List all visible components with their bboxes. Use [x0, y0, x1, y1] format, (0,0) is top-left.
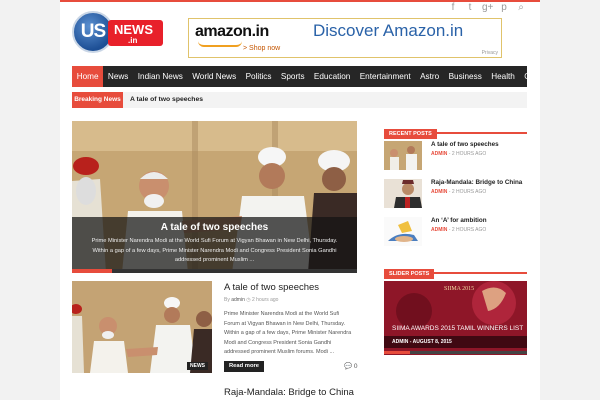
facebook-icon[interactable]: f — [448, 3, 458, 13]
article-category-badge[interactable]: NEWS — [187, 362, 208, 370]
recent-post-author[interactable]: ADMIN — [431, 227, 447, 233]
recent-post-thumbnail[interactable] — [384, 179, 422, 208]
comment-count: 0 — [353, 363, 358, 370]
social-links: f t g+ p ⌕ — [448, 3, 526, 13]
nav-health[interactable]: Health — [487, 66, 520, 87]
recent-post-time: 2 HOURS AGO — [451, 189, 487, 195]
recent-post-meta: ADMIN - 2 HOURS AGO — [431, 227, 487, 233]
featured-title[interactable]: A tale of two speeches — [72, 222, 357, 233]
recent-post-meta: ADMIN - 2 HOURS AGO — [431, 189, 487, 195]
article-title[interactable]: A tale of two speeches — [224, 282, 319, 293]
recent-post-photo — [384, 141, 422, 170]
clock-icon: ◷ — [246, 297, 251, 303]
breaking-news-label: Breaking News — [72, 92, 123, 108]
recent-post-item[interactable]: An ‘A’ for ambition ADMIN - 2 HOURS AGO — [384, 217, 527, 247]
recent-post-item[interactable]: Raja-Mandala: Bridge to China ADMIN - 2 … — [384, 179, 527, 209]
search-icon[interactable]: ⌕ — [516, 3, 526, 13]
pinterest-icon[interactable]: p — [499, 3, 509, 13]
nav-world-news[interactable]: World News — [188, 66, 241, 87]
google-plus-icon[interactable]: g+ — [482, 3, 493, 13]
nav-entertainment[interactable]: Entertainment — [355, 66, 415, 87]
recent-post-thumbnail[interactable] — [384, 217, 422, 246]
slider-progress-fill — [384, 351, 410, 354]
article-excerpt: Prime Minister Narendra Modi at the Worl… — [224, 311, 352, 355]
twitter-icon[interactable]: t — [465, 3, 475, 13]
ad-privacy-link[interactable]: Privacy — [482, 50, 498, 56]
read-more-button[interactable]: Read more — [224, 361, 264, 372]
comment-icon: 💬 — [344, 363, 353, 370]
nav-politics[interactable]: Politics — [241, 66, 276, 87]
slider-progress-bar — [384, 351, 527, 354]
article-time: 2 hours ago — [252, 297, 279, 303]
recent-post-thumbnail[interactable] — [384, 141, 422, 170]
recent-post-time: 2 HOURS AGO — [451, 151, 487, 157]
recent-post-meta: ADMIN - 2 HOURS AGO — [431, 151, 487, 157]
ad-headline: Discover Amazon.in — [313, 21, 464, 40]
next-article-title[interactable]: Raja-Mandala: Bridge to China — [224, 387, 354, 398]
recent-post-author[interactable]: ADMIN — [431, 189, 447, 195]
nav-astro[interactable]: Astro — [415, 66, 444, 87]
slider-event-logo: SIIMA 2015 — [444, 286, 475, 292]
site-logo[interactable]: US NEWS .in — [72, 11, 165, 53]
article-author-prefix: By — [224, 297, 230, 303]
main-nav: Home News Indian News World News Politic… — [72, 66, 540, 87]
recent-post-author[interactable]: ADMIN — [431, 151, 447, 157]
slider-post-title[interactable]: SIIMA AWARDS 2015 TAMIL WINNERS LIST — [392, 325, 523, 332]
recent-posts-label: RECENT POSTS — [384, 129, 437, 139]
nav-home[interactable]: Home — [72, 66, 104, 87]
amazon-smile-icon — [198, 41, 242, 47]
slider-posts-label: SLIDER POSTS — [384, 269, 435, 279]
article-author[interactable]: admin — [231, 297, 245, 303]
nav-indian-news[interactable]: Indian News — [133, 66, 187, 87]
recent-posts-heading: RECENT POSTS — [384, 122, 527, 139]
featured-progress-bar — [72, 269, 357, 273]
nav-guest-post[interactable]: Guest Post — [520, 66, 540, 87]
recent-post-photo — [384, 217, 422, 246]
recent-post-title[interactable]: A tale of two speeches — [431, 141, 499, 148]
nav-business[interactable]: Business — [444, 66, 487, 87]
article-photo — [72, 281, 212, 373]
top-accent-line — [60, 0, 540, 2]
slider-posts-heading: SLIDER POSTS — [384, 262, 527, 279]
recent-post-title[interactable]: An ‘A’ for ambition — [431, 217, 487, 224]
featured-excerpt: Prime Minister Narendra Modi at the Worl… — [91, 238, 338, 263]
logo-news: NEWS — [114, 22, 153, 37]
featured-progress-fill — [72, 269, 112, 273]
ad-brand: amazon.in — [195, 23, 269, 40]
recent-post-title[interactable]: Raja-Mandala: Bridge to China — [431, 179, 522, 186]
slider-post-meta: ADMIN - AUGUST 8, 2015 — [384, 336, 527, 348]
slider-post[interactable]: SIIMA 2015 SIIMA AWARDS 2015 TAMIL WINNE… — [384, 281, 527, 355]
article-meta: By admin ◷ 2 hours ago — [224, 297, 278, 303]
logo-news-box: NEWS .in — [108, 20, 163, 46]
article-thumbnail[interactable]: NEWS — [72, 281, 212, 373]
recent-post-photo — [384, 179, 422, 208]
recent-post-item[interactable]: A tale of two speeches ADMIN - 2 HOURS A… — [384, 141, 527, 171]
comments-link[interactable]: 💬 0 — [344, 362, 358, 370]
ad-shop-link[interactable]: > Shop now — [243, 45, 280, 52]
nav-news[interactable]: News — [103, 66, 133, 87]
recent-post-time: 2 HOURS AGO — [451, 227, 487, 233]
nav-sports[interactable]: Sports — [276, 66, 309, 87]
breaking-news-headline[interactable]: A tale of two speeches — [130, 92, 203, 108]
logo-tld: .in — [128, 36, 138, 45]
amazon-ad-banner[interactable]: amazon.in > Shop now Discover Amazon.in … — [188, 18, 502, 58]
page: US NEWS .in f t g+ p ⌕ amazon.in > Shop … — [60, 0, 540, 400]
nav-education[interactable]: Education — [309, 66, 355, 87]
breaking-news-bar: Breaking News A tale of two speeches — [72, 92, 527, 108]
featured-post[interactable]: A tale of two speeches Prime Minister Na… — [72, 121, 357, 273]
